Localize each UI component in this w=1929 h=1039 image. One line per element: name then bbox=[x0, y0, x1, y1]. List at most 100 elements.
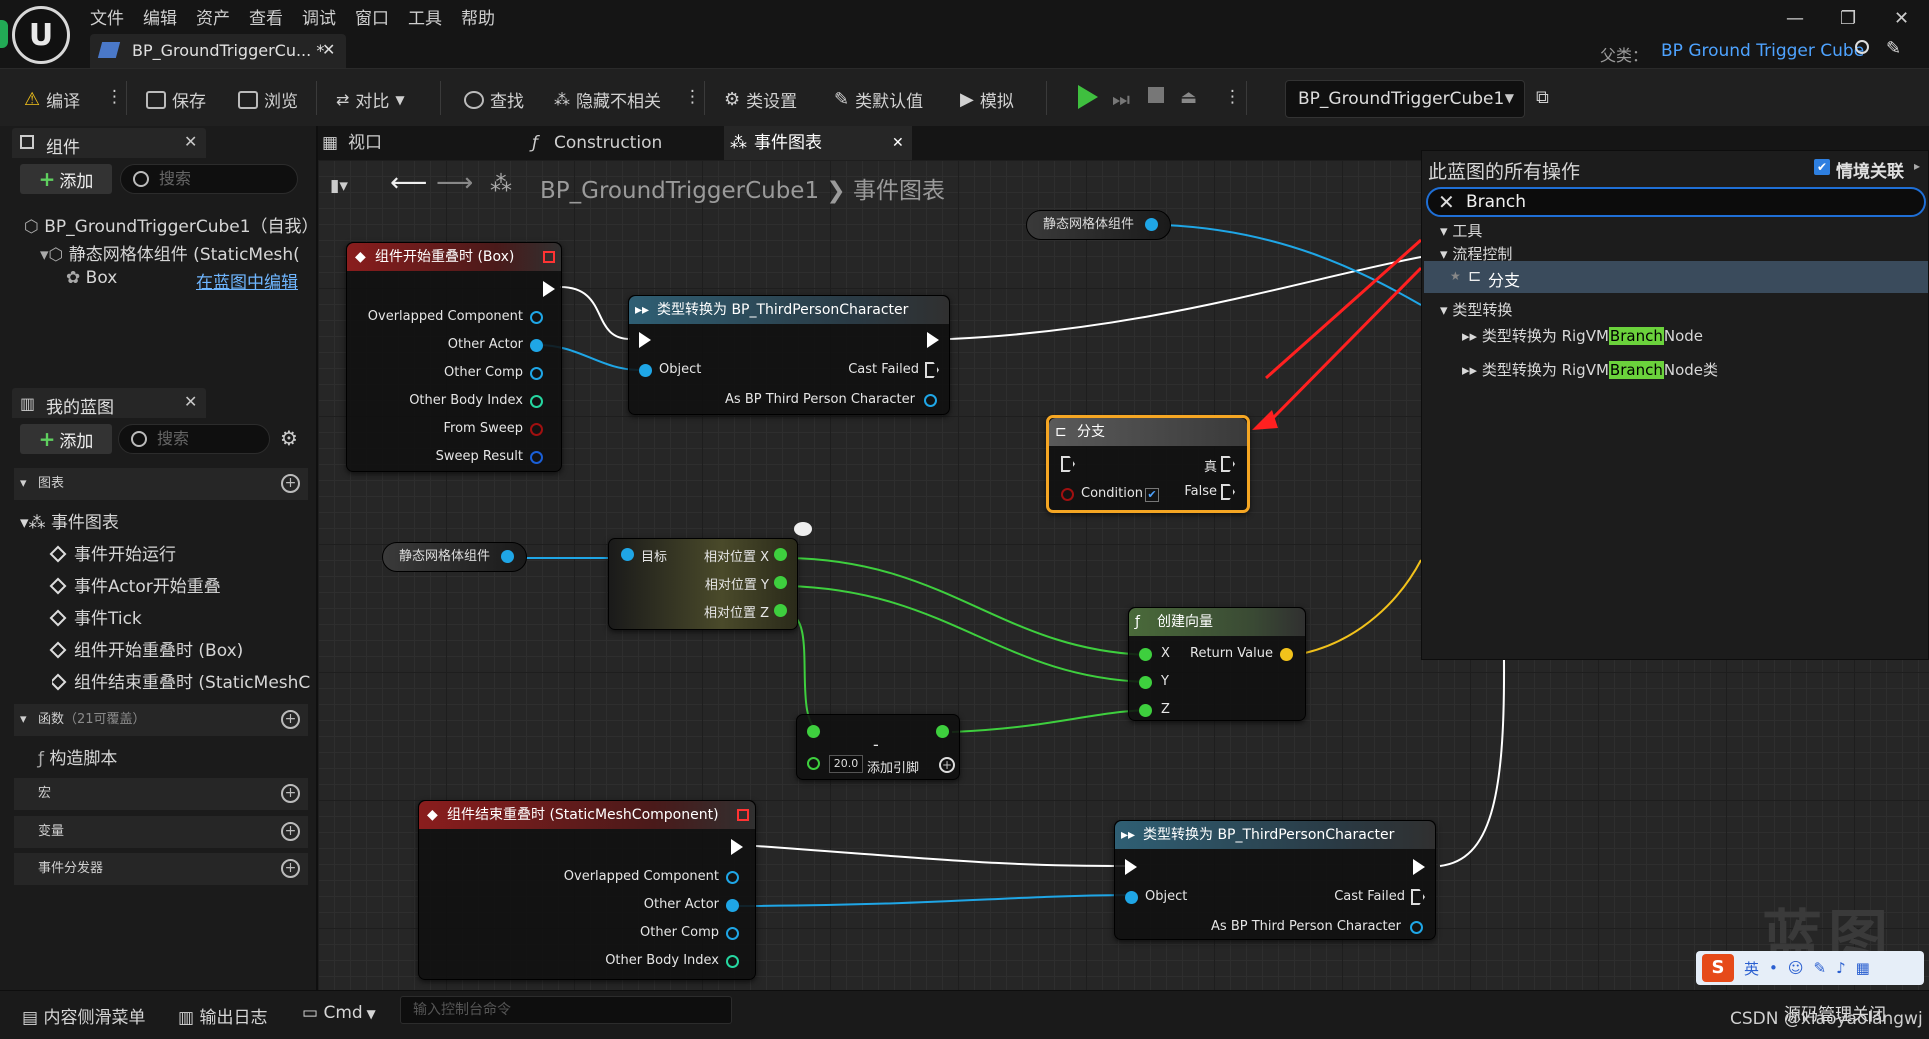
action-item-label: 类型转换为 RigVM bbox=[1481, 327, 1609, 345]
chevron-right-icon[interactable]: ▸ bbox=[1914, 159, 1920, 173]
node-begin-overlap[interactable]: ◆ 组件开始重叠时 (Box) Overlapped Component Othe… bbox=[346, 242, 562, 472]
breadcrumb-graph[interactable]: 事件图表 bbox=[853, 178, 945, 204]
object-pin[interactable] bbox=[726, 899, 739, 912]
float-pin[interactable] bbox=[807, 757, 820, 770]
node-relative-location[interactable]: 目标 相对位置 X 相对位置 Y 相对位置 Z bbox=[608, 538, 798, 630]
int-pin[interactable] bbox=[726, 955, 739, 968]
exec-out-pin[interactable] bbox=[1413, 859, 1425, 875]
object-pin[interactable] bbox=[639, 364, 652, 377]
collapse-icon: ▾ bbox=[1440, 222, 1453, 240]
object-pin[interactable] bbox=[726, 927, 739, 940]
float-pin[interactable] bbox=[1139, 648, 1152, 661]
exec-out-pin[interactable] bbox=[1411, 889, 1425, 905]
action-search-input[interactable]: ✕ Branch bbox=[1426, 187, 1926, 217]
function-icon: ƒ bbox=[1135, 614, 1140, 630]
pin-label: Sweep Result bbox=[435, 449, 523, 464]
action-item-cast-rigvm-class[interactable]: ▸▸ 类型转换为 RigVMBranchNode类 bbox=[1462, 359, 1718, 380]
pin-label: 真 bbox=[1203, 460, 1217, 475]
exec-out-pin[interactable] bbox=[731, 839, 743, 855]
output-log-button[interactable]: ▥ 输出日志 bbox=[178, 1003, 267, 1028]
cast-icon: ▸▸ bbox=[1462, 361, 1482, 379]
cmd-dropdown[interactable]: ▭ Cmd ▼ bbox=[302, 1003, 376, 1023]
static-mesh-variable-node[interactable]: 静态网格体组件 bbox=[382, 542, 528, 572]
float-pin[interactable] bbox=[807, 725, 820, 738]
pen-icon[interactable]: ✎ bbox=[1814, 959, 1827, 977]
object-wire bbox=[737, 894, 1129, 907]
action-item-branch[interactable]: ★ ⊏ 分支 bbox=[1424, 261, 1928, 293]
static-mesh-variable-node[interactable]: 静态网格体组件 bbox=[1026, 210, 1172, 240]
pin-label: X bbox=[1161, 646, 1170, 661]
object-pin[interactable] bbox=[530, 367, 543, 380]
node-branch[interactable]: ⊏ 分支 真 Condition ✔ False bbox=[1046, 415, 1250, 513]
struct-pin[interactable] bbox=[530, 451, 543, 464]
exec-in-pin[interactable] bbox=[639, 332, 651, 348]
category-cast[interactable]: ▾ 类型转换 bbox=[1440, 299, 1512, 320]
node-title-text: 类型转换为 BP_ThirdPersonCharacter bbox=[657, 302, 909, 318]
breadcrumb-blueprint[interactable]: BP_GroundTriggerCube1 bbox=[540, 178, 819, 204]
object-pin[interactable] bbox=[924, 394, 937, 407]
bool-pin[interactable] bbox=[1061, 488, 1074, 501]
content-drawer-button[interactable]: ▤ 内容侧滑菜单 bbox=[22, 1003, 145, 1028]
bool-pin[interactable] bbox=[530, 423, 543, 436]
float-pin[interactable] bbox=[936, 725, 949, 738]
forward-arrow-icon[interactable]: ⟶ bbox=[436, 168, 473, 198]
exec-out-pin[interactable] bbox=[543, 281, 555, 297]
float-pin[interactable] bbox=[774, 576, 787, 589]
value-input[interactable]: 20.0 bbox=[829, 755, 863, 773]
output-log-label: 输出日志 bbox=[199, 1008, 268, 1028]
node-subtract[interactable]: - 20.0 添加引脚 + bbox=[796, 714, 960, 780]
object-pin[interactable] bbox=[1410, 921, 1423, 934]
exec-out-pin[interactable] bbox=[1221, 456, 1235, 472]
note-bubble-icon[interactable] bbox=[794, 522, 812, 536]
context-sensitive-checkbox[interactable]: ✔ bbox=[1814, 159, 1830, 175]
add-pin-label[interactable]: 添加引脚 bbox=[867, 757, 919, 776]
exec-in-pin[interactable] bbox=[1061, 456, 1075, 472]
float-pin[interactable] bbox=[774, 548, 787, 561]
category-tools[interactable]: ▾ 工具 bbox=[1440, 220, 1482, 241]
ime-toolbar[interactable]: S 英 • ☺ ✎ ♪ ▦ bbox=[1696, 951, 1924, 985]
float-pin[interactable] bbox=[1139, 704, 1152, 717]
variable-label: 静态网格体组件 bbox=[399, 549, 491, 564]
condition-checkbox[interactable]: ✔ bbox=[1145, 488, 1159, 502]
collapse-icon: ▾ bbox=[1440, 301, 1453, 319]
float-pin[interactable] bbox=[774, 604, 787, 617]
grid-icon[interactable]: ▦ bbox=[1856, 959, 1870, 977]
node-make-vector[interactable]: ƒ 创建向量 X Return Value Y Z bbox=[1128, 607, 1306, 721]
object-pin[interactable] bbox=[530, 311, 543, 324]
console-command-input[interactable]: 输入控制台命令 bbox=[400, 996, 732, 1024]
vector-pin[interactable] bbox=[1280, 648, 1293, 661]
punctuation-icon[interactable]: • bbox=[1769, 959, 1778, 977]
pin-label: Overlapped Component bbox=[367, 309, 523, 324]
exec-out-pin[interactable] bbox=[925, 362, 939, 378]
variable-label: 静态网格体组件 bbox=[1043, 217, 1135, 232]
node-end-overlap[interactable]: ◆ 组件结束重叠时 (StaticMeshComponent) Overlappe… bbox=[418, 800, 756, 980]
object-pin[interactable] bbox=[726, 871, 739, 884]
exec-in-pin[interactable] bbox=[1125, 859, 1137, 875]
object-pin[interactable] bbox=[530, 339, 543, 352]
delegate-pin[interactable] bbox=[737, 809, 749, 821]
star-icon[interactable]: ★ bbox=[1450, 269, 1461, 283]
operator-label: - bbox=[873, 735, 879, 754]
object-pin[interactable] bbox=[621, 548, 634, 561]
ime-mode[interactable]: 英 bbox=[1744, 958, 1759, 979]
add-pin-icon[interactable]: + bbox=[939, 757, 955, 773]
node-title: ⊏ 分支 bbox=[1049, 418, 1247, 446]
emoji-icon[interactable]: ☺ bbox=[1788, 959, 1804, 977]
node-cast-2[interactable]: ▸▸ 类型转换为 BP_ThirdPersonCharacter Object C… bbox=[1114, 820, 1436, 940]
object-pin[interactable] bbox=[1145, 218, 1159, 231]
bookmark-icon[interactable]: ▮▾ bbox=[330, 176, 348, 196]
object-pin[interactable] bbox=[1125, 891, 1138, 904]
object-pin[interactable] bbox=[501, 550, 515, 563]
clear-search-icon[interactable]: ✕ bbox=[1438, 190, 1455, 214]
exec-out-pin[interactable] bbox=[927, 332, 939, 348]
action-item-cast-rigvm[interactable]: ▸▸ 类型转换为 RigVMBranchNode bbox=[1462, 325, 1703, 346]
delegate-pin[interactable] bbox=[543, 251, 555, 263]
back-arrow-icon[interactable]: ⟵ bbox=[390, 168, 427, 198]
context-sensitive-label: 情境关联 bbox=[1836, 162, 1904, 182]
node-cast-1[interactable]: ▸▸ 类型转换为 BP_ThirdPersonCharacter Object C… bbox=[628, 295, 950, 415]
mic-icon[interactable]: ♪ bbox=[1836, 959, 1846, 977]
graph-icon: ⁂ bbox=[490, 172, 512, 197]
int-pin[interactable] bbox=[530, 395, 543, 408]
float-pin[interactable] bbox=[1139, 676, 1152, 689]
exec-out-pin[interactable] bbox=[1221, 484, 1235, 500]
